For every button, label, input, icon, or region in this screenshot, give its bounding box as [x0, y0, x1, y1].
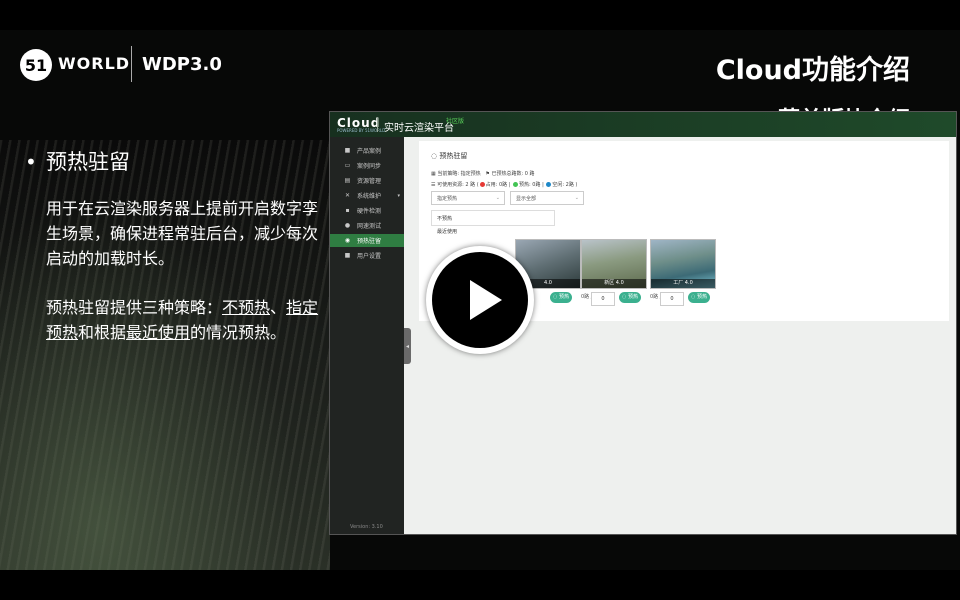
resource-total: 可使用资源: 2 路 ( [437, 182, 479, 188]
power-icon: ◉ [344, 237, 351, 244]
app-screenshot: Cloud POWERED BY 51WORLD 实时云渲染平台 社区版 ■ 产品… [329, 111, 957, 535]
logo-51-icon: 51 [20, 49, 52, 81]
preheat-button-label: 预热 [696, 294, 707, 300]
strategy-none: 不预热 [222, 298, 271, 317]
strategy-select-value: 指定预热 [437, 195, 458, 202]
sidebar-item-product-cases[interactable]: ■ 产品案例 [330, 144, 404, 157]
chevron-down-icon: ▾ [397, 192, 400, 199]
page-title: ◌ 预热驻留 [431, 152, 468, 160]
logo-world: WORLD [58, 54, 131, 73]
sidebar-item-user-settings[interactable]: ■ 用户设置 [330, 249, 404, 262]
strategy-info: ▦ 当前策略: 指定预热 ⚑ 已预热总路数: 0 路 [431, 171, 535, 177]
free-count: 空闲: 2路 ) [552, 182, 578, 188]
sidebar-item-label: 资源管理 [357, 178, 382, 185]
preheat-count: 预热: 0路 [519, 182, 541, 188]
strategy-recent: 最近使用 [126, 323, 191, 342]
gauge-icon: ● [344, 222, 351, 229]
preheat-button[interactable]: ◌ 预热 [550, 292, 572, 303]
logo-51-text: 51 [24, 55, 48, 75]
bullet-title: 预热驻留 [46, 150, 130, 174]
resource-info: ☰ 可使用资源: 2 路 (占用: 0路 | 预热: 0路 | 空闲: 2路 ) [431, 182, 578, 188]
sidebar-item-label: 预热驻留 [357, 238, 382, 245]
bullet-icon: • [25, 150, 37, 174]
strategy-intro: 预热驻留提供三种策略： [46, 298, 223, 317]
dropdown-option-none[interactable]: 不预热 [431, 210, 555, 226]
strategy-select[interactable]: 指定预热 ⌄ [431, 191, 505, 205]
sidebar-item-label: 用户设置 [357, 253, 382, 260]
strategy-paragraph: 预热驻留提供三种策略：不预热、指定预热和根据最近使用的情况预热。 [46, 295, 321, 345]
preheat-button[interactable]: ◌ 预热 [619, 292, 641, 303]
play-icon [470, 280, 502, 320]
community-badge: 社区版 [446, 118, 465, 125]
occupied-count: 占用: 0路 [485, 182, 508, 188]
version-label: Version: 3.10 [350, 524, 383, 530]
slide-title: Cloud功能介绍 [715, 55, 910, 86]
play-button-inner [432, 252, 528, 348]
filter-select[interactable]: 显示全部 ⌄ [510, 191, 584, 205]
dropdown-option-recent[interactable]: 最近使用 [437, 228, 457, 235]
topbar-divider [377, 118, 378, 132]
logo-wdp: WDP3.0 [142, 54, 222, 75]
scene-thumbnail[interactable]: 工厂 4.0 [650, 239, 716, 289]
strategy-separator: 、 [270, 298, 287, 317]
app-sidebar: ■ 产品案例 ▭ 案例同步 ▤ 资源管理 ✕ 系统维护 ▾ ▪ 硬件检测 ● 网速测试 ◉ 预热… [330, 137, 404, 534]
scene-thumbnail[interactable]: 新区 4.0 [581, 239, 647, 289]
sidebar-item-case-sync[interactable]: ▭ 案例同步 [330, 159, 404, 172]
preheat-button-label: 预热 [627, 294, 638, 300]
check-icon: ▪ [345, 207, 350, 214]
user-icon: ■ [344, 252, 351, 259]
sidebar-item-hardware[interactable]: ▪ 硬件检测 [330, 204, 404, 217]
scene-caption: 工厂 4.0 [651, 279, 715, 288]
folder-icon: ▤ [344, 177, 351, 184]
quantity-input[interactable]: 0 [660, 292, 684, 306]
logo-divider [131, 46, 132, 82]
sidebar-item-label: 硬件检测 [357, 208, 382, 215]
scene-caption: 新区 4.0 [582, 279, 646, 288]
description-paragraph: 用于在云渲染服务器上提前开启数字孪生场景，确保进程常驻后台，减少每次启动的加载时… [46, 199, 319, 268]
chevron-down-icon: ⌄ [495, 195, 500, 201]
sidebar-item-label: 网速测试 [357, 223, 382, 230]
sidebar-item-label: 产品案例 [357, 148, 382, 155]
filter-select-value: 显示全部 [516, 195, 537, 202]
quantity-input[interactable]: 0 [591, 292, 615, 306]
occupied-dot-icon [479, 182, 485, 187]
free-dot-icon [546, 182, 552, 187]
sidebar-item-resources[interactable]: ▤ 资源管理 [330, 174, 404, 187]
sidebar-item-preheat[interactable]: ◉ 预热驻留 [330, 234, 404, 247]
strategy-conjunction: 和根据 [78, 323, 127, 342]
bookmark-icon: ■ [344, 147, 351, 154]
preheat-button[interactable]: ◌ 预热 [688, 292, 710, 303]
preheat-dot-icon [513, 182, 519, 187]
play-button[interactable] [426, 246, 534, 354]
sidebar-collapse-handle[interactable]: ◂ [404, 328, 411, 364]
dropdown-option-label: 不预热 [437, 215, 453, 222]
sidebar-item-maintenance[interactable]: ✕ 系统维护 ▾ [330, 189, 404, 202]
sidebar-item-label: 案例同步 [357, 163, 382, 170]
platform-title: 实时云渲染平台 [384, 123, 454, 134]
preheat-button-label: 预热 [558, 294, 569, 300]
preheat-total: 已预热总路数: 0 路 [491, 171, 535, 177]
current-strategy: 当前策略: 指定预热 [437, 171, 481, 177]
sidebar-item-label: 系统维护 [357, 193, 382, 200]
sidebar-item-speedtest[interactable]: ● 网速测试 [330, 219, 404, 232]
tools-icon: ✕ [344, 192, 351, 199]
page-title-text: 预热驻留 [439, 152, 468, 160]
chevron-down-icon: ⌄ [574, 195, 579, 201]
monitor-icon: ▭ [344, 162, 351, 169]
strategy-outro: 的情况预热。 [190, 323, 287, 342]
app-topbar: Cloud POWERED BY 51WORLD 实时云渲染平台 社区版 [330, 112, 956, 137]
